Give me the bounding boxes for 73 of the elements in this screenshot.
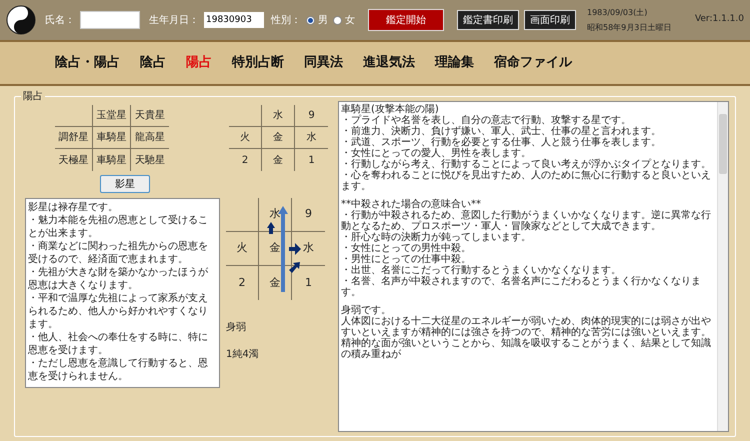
star-cell: 車騎星 — [93, 127, 131, 149]
star-cell: 調舒星 — [55, 127, 93, 149]
logo-icon — [6, 5, 36, 35]
empty-cell — [55, 105, 93, 127]
version-text: Ver:1.1.1.0 — [694, 13, 744, 26]
start-button[interactable]: 鑑定開始 — [368, 9, 444, 31]
print-button[interactable]: 画面印刷 — [524, 10, 576, 30]
birth-date-field[interactable]: 19830903 — [204, 12, 264, 28]
description-text: ・行動が中殺されるため、意図した行動がうまくいかなくなります。逆に異常な行動となるため、プロスポーツ・軍人・冒険家などとして大成できます。 — [341, 210, 712, 232]
star-cell: 天極星 — [55, 149, 93, 171]
description-text: ・プライドや名誉を表し、自分の意志で行動、攻撃する星です。 — [341, 115, 632, 126]
element-cell: 水 — [295, 127, 328, 149]
shadow-star-textbox[interactable]: 影星は禄存星です。 ・魅力本能を先祖の恩恵として受けることが出来ます。 ・商業などに関わった祖先からの恩恵を受けるので、経済面で恵まれます。 ・先祖が大きな財を築かなかったほうが恩恵は大きくなります。 ・平和で温厚な先祖によって家系が支えられるため、他人から好かれやすくなります。 ・他人、社会への奉仕をする時に、特に恩恵を受けます。 ・ただし恩恵を意識して行動すると、恩恵を受けられません。 — [25, 198, 220, 388]
purity-text: 1純4濁 — [226, 348, 260, 362]
description-text: 人体図における十二大従星のエネルギーが弱いため、肉体的現実的には弱さが出やすいといえますが精神的には強さを持つので、精神的な苦労には強いといえます。 — [341, 316, 712, 338]
arrow-icon — [267, 222, 275, 234]
nav-tab[interactable]: 宿命ファイル — [494, 53, 572, 73]
flow-cell: 2 — [226, 266, 259, 300]
flow-cell: 火 — [226, 232, 259, 266]
description-text: ・女性にとっての男性中殺。 — [341, 243, 472, 254]
nav-tab[interactable]: 理論集 — [435, 53, 474, 73]
description-text: ・心を奪われることに悦びを見出すため、人のために無心に行動すると良いといえます。 — [341, 170, 712, 192]
nav-tab[interactable]: 陰占 — [140, 53, 166, 73]
star-cell: 玉堂星 — [93, 105, 131, 127]
description-text: ・ただし恩恵を意識して行動すると、恩恵を受けられません。 — [28, 357, 209, 383]
date-text: 1983/09/03(土) — [587, 6, 648, 18]
element-cell: 水 — [262, 105, 295, 127]
description-text: 車騎星(攻撃本能の陽) — [341, 104, 439, 115]
description-text: **中殺された場合の意味合い** — [341, 198, 482, 210]
empty-cell — [229, 105, 262, 127]
element-cell: 9 — [295, 105, 328, 127]
star-cell: 龍高星 — [131, 127, 169, 149]
nav-tab[interactable]: 同異法 — [304, 53, 343, 73]
shadow-star-button[interactable]: 影星 — [100, 175, 150, 193]
nav-tab[interactable]: 進退気法 — [363, 53, 415, 73]
name-field[interactable] — [80, 11, 140, 29]
detail-textbox[interactable] — [338, 101, 729, 432]
description-text: ・先祖が大きな財を築かなかったほうが恩恵は大きくなります。 — [28, 266, 209, 292]
element-cell: 2 — [229, 149, 262, 171]
description-text: ・他人、社会への奉仕をする時に、特に恩恵を受けます。 — [28, 331, 209, 357]
description-text: ・名誉、名声が中殺されますので、名誉名声にこだわるとうまく行かなくなります。 — [341, 276, 702, 298]
description-text: 身弱です。 — [341, 304, 392, 316]
strength-text: 身弱 — [226, 321, 247, 335]
scrollbar[interactable] — [717, 102, 728, 431]
description-text: ・男性にとっての仕事中殺。 — [341, 254, 472, 265]
description-text: 影星は禄存星です。 — [28, 201, 119, 214]
birth-date-label: 生年月日： — [149, 14, 199, 28]
flow-cell-text: 1 — [304, 274, 313, 291]
description-text: ・前進力、決断力、負けず嫌い、軍人、武士、仕事の星と言われます。 — [341, 126, 662, 137]
empty-cell — [226, 198, 259, 232]
description-text: ・出世、名誉にこだって行動するとうまくいかなくなります。 — [341, 265, 622, 276]
star-cell: 車騎星 — [93, 149, 131, 171]
print-button[interactable]: 鑑定書印刷 — [457, 10, 519, 30]
description-text: ・武道、スポーツ、行動を必要とする仕事、人と競う仕事を表します。 — [341, 137, 662, 148]
element-cell: 火 — [229, 127, 262, 149]
star-cell: 天貴星 — [131, 105, 169, 127]
gender-label: 性別： — [271, 14, 301, 28]
description-text: ・魅力本能を先祖の恩恵として受けることが出来ます。 — [28, 214, 209, 240]
nav-tab[interactable]: 特別占断 — [232, 53, 284, 73]
description-text: ・女性にとっての愛人、男性を表します。 — [341, 148, 532, 159]
description-text: ・行動しながら考え、行動することによって良い考えが浮かぶタイプとなります。 — [341, 159, 712, 170]
element-cell-text: 1 — [307, 154, 316, 168]
star-cell-text: 天馳星 — [134, 154, 166, 168]
description-text: ・商業などに関わった祖先からの恩恵を受けるので、経済面で恵まれます。 — [28, 240, 209, 266]
element-cell: 金 — [262, 149, 295, 171]
japanese-date-text: 昭和58年9月3日土曜日 — [587, 22, 672, 34]
element-cell: 金 — [262, 127, 295, 149]
name-label: 氏名： — [45, 14, 75, 28]
description-text: 精神的な面が強いということから、知識を吸収することがうまく、結果として知識の積み重ねが — [341, 338, 712, 360]
description-text: ・肝心な時の決断力が鈍ってしまいます。 — [341, 232, 532, 243]
nav-tab[interactable]: 陰占・陽占 — [55, 53, 120, 73]
flow-cell: 9 — [292, 198, 325, 232]
description-text: ・平和で温厚な先祖によって家系が支えられるため、他人から好かれやすくなります。 — [28, 292, 209, 331]
